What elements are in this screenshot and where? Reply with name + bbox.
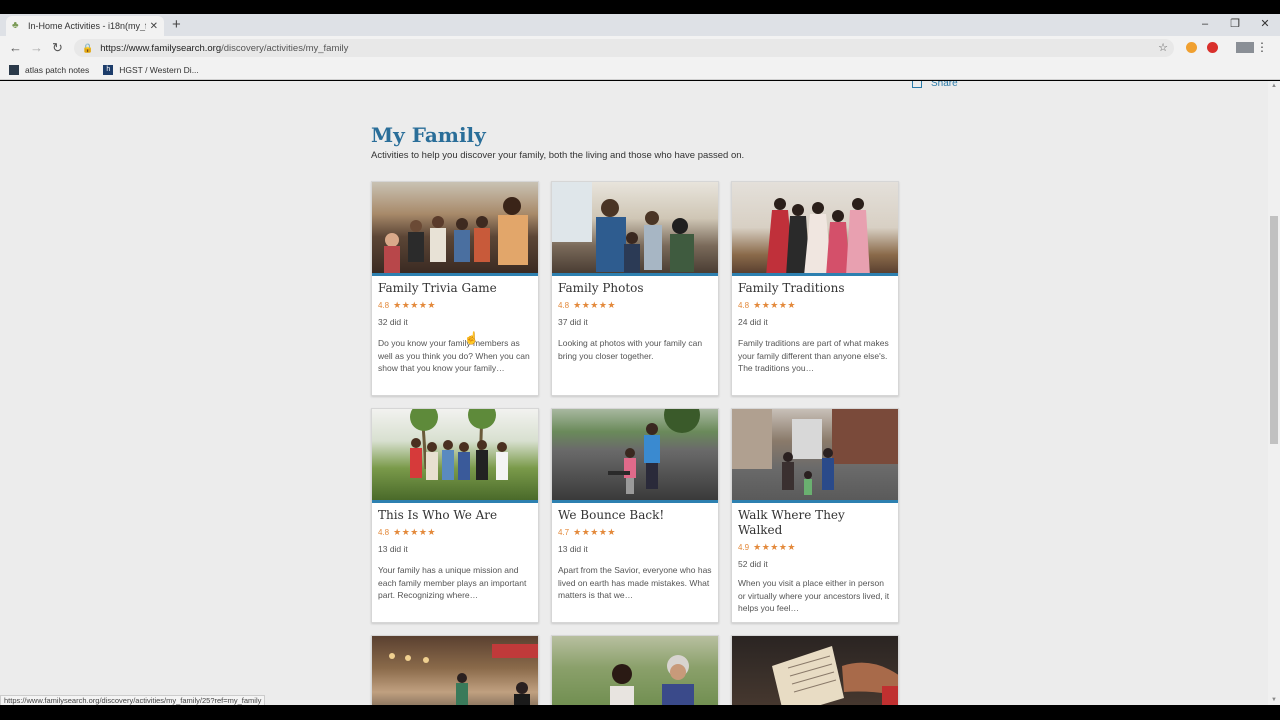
- bookmark-icon: h: [103, 64, 114, 75]
- star-rating-icon: ★★★★★: [753, 300, 796, 310]
- bookmark-label: HGST / Western Di...: [119, 64, 199, 75]
- close-window-button[interactable]: ✕: [1250, 14, 1280, 34]
- card-title: Family Photos: [558, 281, 644, 295]
- bookmark-icon: [9, 64, 19, 75]
- activity-card-family-trivia[interactable]: Family Trivia Game 4.8 ★★★★★ 32 did it Do…: [371, 181, 539, 396]
- activity-card-we-bounce-back[interactable]: We Bounce Back! 4.7 ★★★★★ 13 did it Apart…: [551, 408, 719, 623]
- activity-card-market[interactable]: [371, 635, 539, 705]
- card-description: Apart from the Savior, everyone who has …: [558, 565, 712, 600]
- activity-card-family-photos[interactable]: Family Photos 4.8 ★★★★★ 37 did it Looking…: [551, 181, 719, 396]
- card-title: This Is Who We Are: [378, 508, 498, 522]
- hand-cursor-icon: ☝: [464, 331, 479, 345]
- card-count: 13 did it: [558, 544, 588, 554]
- rating-value: 4.8: [378, 528, 390, 537]
- url-path: /discovery/activities/my_family: [221, 42, 349, 54]
- vertical-scrollbar[interactable]: ▲ ▼: [1268, 81, 1280, 705]
- new-tab-button[interactable]: +: [172, 15, 181, 35]
- rating-value: 4.8: [378, 301, 390, 310]
- scroll-up-icon[interactable]: ▲: [1271, 83, 1277, 89]
- browser-menu-icon[interactable]: ⋮: [1256, 40, 1268, 54]
- activity-card-family-traditions[interactable]: Family Traditions 4.8 ★★★★★ 24 did it Fam…: [731, 181, 899, 396]
- card-title: We Bounce Back!: [558, 508, 665, 522]
- close-tab-icon[interactable]: ✕: [150, 21, 158, 32]
- star-rating-icon: ★★★★★: [393, 527, 436, 537]
- bookmarks-bar: atlas patch notes h HGST / Western Di...: [0, 60, 1280, 80]
- restore-button[interactable]: ❐: [1220, 14, 1250, 34]
- bookmark-star-icon[interactable]: ☆: [1158, 41, 1168, 54]
- forward-arrow-icon[interactable]: →: [30, 39, 43, 57]
- grandmother-photo: [552, 636, 718, 705]
- family-photos-photo: [552, 182, 718, 276]
- rating-value: 4.8: [558, 301, 570, 310]
- rating-value: 4.8: [738, 301, 750, 310]
- reload-icon[interactable]: ↻: [52, 39, 63, 57]
- family-gathering-photo: [372, 182, 538, 276]
- activity-card-grandparent[interactable]: [551, 635, 719, 705]
- activity-card-walk-where-they-walked[interactable]: Walk Where They Walked 4.9 ★★★★★ 52 did i…: [731, 408, 899, 623]
- old-letter-photo: [732, 636, 898, 705]
- page-content: Share My Family Activities to help you d…: [0, 81, 1268, 705]
- tree-favicon-icon: ♣: [12, 20, 19, 31]
- extension-icon[interactable]: [1186, 42, 1197, 53]
- card-description: Family traditions are part of what makes…: [738, 338, 889, 373]
- card-description: When you visit a place either in person …: [738, 578, 890, 613]
- share-button[interactable]: Share: [912, 81, 958, 89]
- skateboarding-photo: [552, 409, 718, 503]
- card-rating: 4.9 ★★★★★: [732, 538, 898, 553]
- card-title: Family Traditions: [738, 281, 845, 295]
- window-controls: – ❐ ✕: [1190, 14, 1280, 34]
- card-rating: 4.7 ★★★★★: [552, 523, 718, 538]
- market-photo: [372, 636, 538, 705]
- profile-avatar[interactable]: [1236, 42, 1254, 53]
- adblock-extension-icon[interactable]: [1207, 42, 1218, 53]
- minimize-button[interactable]: –: [1190, 14, 1220, 34]
- share-label: Share: [931, 81, 958, 89]
- card-rating: 4.8 ★★★★★: [372, 523, 538, 538]
- bookmark-item[interactable]: atlas patch notes: [9, 64, 90, 75]
- bookmark-label: atlas patch notes: [25, 64, 90, 75]
- street-walk-photo: [732, 409, 898, 503]
- card-title: Family Trivia Game: [378, 281, 497, 295]
- scroll-down-icon[interactable]: ▼: [1271, 697, 1277, 703]
- card-count: 13 did it: [378, 544, 408, 554]
- page-subtitle: Activities to help you discover your fam…: [371, 150, 745, 161]
- browser-toolbar: ← → ↻ 🔒 https://www.familysearch.org/dis…: [0, 36, 1280, 60]
- url-host: https://www.familysearch.org: [100, 42, 222, 54]
- star-rating-icon: ★★★★★: [753, 542, 796, 552]
- card-count: 32 did it: [378, 317, 408, 327]
- star-rating-icon: ★★★★★: [393, 300, 436, 310]
- card-rating: 4.8 ★★★★★: [552, 296, 718, 311]
- family-traditions-photo: [732, 182, 898, 276]
- card-count: 52 did it: [738, 559, 768, 569]
- rating-value: 4.9: [738, 543, 750, 552]
- rating-value: 4.7: [558, 528, 570, 537]
- group-outdoors-photo: [372, 409, 538, 503]
- card-count: 24 did it: [738, 317, 768, 327]
- card-count: 37 did it: [558, 317, 588, 327]
- page-title: My Family: [371, 123, 486, 147]
- activity-card-letters[interactable]: [731, 635, 899, 705]
- scrollbar-thumb[interactable]: [1270, 216, 1278, 444]
- tab-bar: ♣ In-Home Activities - i18n(my_fam ✕: [0, 14, 1280, 36]
- lock-icon: 🔒: [82, 42, 94, 53]
- bookmark-item[interactable]: h HGST / Western Di...: [103, 64, 199, 75]
- activity-card-this-is-who-we-are[interactable]: This Is Who We Are 4.8 ★★★★★ 13 did it Yo…: [371, 408, 539, 623]
- browser-tab[interactable]: ♣ In-Home Activities - i18n(my_fam ✕: [6, 16, 164, 36]
- tab-title: In-Home Activities - i18n(my_fam: [28, 21, 146, 31]
- address-bar[interactable]: 🔒 https://www.familysearch.org/discovery…: [74, 39, 1174, 57]
- bottom-black-bar: [0, 705, 1280, 720]
- star-rating-icon: ★★★★★: [573, 527, 616, 537]
- share-icon: [912, 81, 922, 88]
- top-black-bar: [0, 0, 1280, 14]
- card-title: Walk Where They Walked: [738, 508, 845, 537]
- star-rating-icon: ★★★★★: [573, 300, 616, 310]
- card-description: Your family has a unique mission and eac…: [378, 565, 527, 600]
- card-rating: 4.8 ★★★★★: [372, 296, 538, 311]
- back-arrow-icon[interactable]: ←: [9, 39, 22, 57]
- card-description: Do you know your family members as well …: [378, 338, 530, 373]
- card-rating: 4.8 ★★★★★: [732, 296, 898, 311]
- card-description: Looking at photos with your family can b…: [558, 338, 703, 361]
